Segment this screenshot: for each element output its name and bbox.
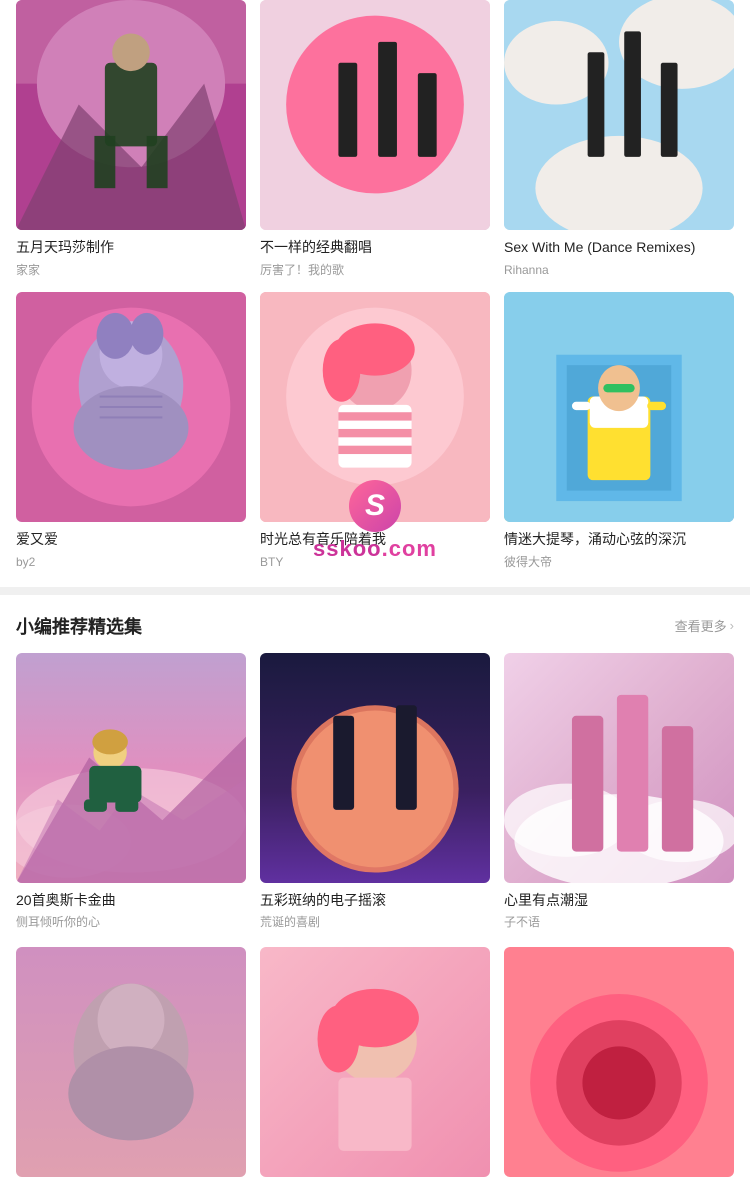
album-title-5: 时光总有音乐陪着我 (260, 530, 490, 550)
bottom-partial-grid (16, 947, 734, 1185)
bottom-item-1[interactable] (16, 947, 246, 1185)
rec-title-3: 心里有点潮湿 (504, 891, 734, 911)
album-subtitle-3: Rihanna (504, 262, 734, 279)
rec-cover-2 (260, 653, 490, 883)
album-cover-1 (16, 0, 246, 230)
recommend-section: 小编推荐精选集 查看更多 › (0, 595, 750, 947)
bottom-item-3[interactable] (504, 947, 734, 1185)
album-item-4[interactable]: 爱又爱 by2 (16, 292, 246, 570)
album-cover-4 (16, 292, 246, 522)
album-cover-2 (260, 0, 490, 230)
rec-cover-3 (504, 653, 734, 883)
rec-subtitle-2: 荒诞的喜剧 (260, 914, 490, 931)
see-more-button[interactable]: 查看更多 › (675, 616, 734, 635)
album-title-4: 爱又爱 (16, 530, 246, 550)
rec-item-1[interactable]: 20首奥斯卡金曲 侧耳倾听你的心 (16, 653, 246, 931)
album-subtitle-4: by2 (16, 554, 246, 571)
bottom-cover-2 (260, 947, 490, 1177)
album-item-3[interactable]: Sex With Me (Dance Remixes) Rihanna (504, 0, 734, 278)
album-cover-3 (504, 0, 734, 230)
album-item-6[interactable]: 情迷大提琴，涌动心弦的深沉 彼得大帝 (504, 292, 734, 570)
see-more-label: 查看更多 (675, 616, 727, 635)
chevron-right-icon: › (730, 618, 734, 633)
album-title-1: 五月天玛莎制作 (16, 238, 246, 258)
section-divider (0, 587, 750, 595)
album-subtitle-1: 家家 (16, 262, 246, 279)
album-item-1[interactable]: 五月天玛莎制作 家家 (16, 0, 246, 278)
album-cover-5 (260, 292, 490, 522)
album-item-5[interactable]: 时光总有音乐陪着我 BTY (260, 292, 490, 570)
bottom-item-2[interactable] (260, 947, 490, 1185)
album-cover-6 (504, 292, 734, 522)
album-title-6: 情迷大提琴，涌动心弦的深沉 (504, 530, 734, 550)
rec-title-2: 五彩斑纳的电子摇滚 (260, 891, 490, 911)
recommend-grid: 20首奥斯卡金曲 侧耳倾听你的心 (16, 653, 734, 931)
bottom-cover-3 (504, 947, 734, 1177)
album-subtitle-6: 彼得大帝 (504, 554, 734, 571)
bottom-partial-section (0, 947, 750, 1185)
top-albums-grid: 五月天玛莎制作 家家 不一样的经典翻唱 厉害了！我的歌 (16, 0, 734, 571)
rec-title-1: 20首奥斯卡金曲 (16, 891, 246, 911)
album-title-3: Sex With Me (Dance Remixes) (504, 238, 734, 258)
rec-item-2[interactable]: 五彩斑纳的电子摇滚 荒诞的喜剧 (260, 653, 490, 931)
album-item-2[interactable]: 不一样的经典翻唱 厉害了！我的歌 (260, 0, 490, 278)
rec-cover-1 (16, 653, 246, 883)
recommend-header: 小编推荐精选集 查看更多 › (16, 595, 734, 653)
bottom-cover-1 (16, 947, 246, 1177)
album-subtitle-5: BTY (260, 554, 490, 571)
rec-subtitle-3: 子不语 (504, 914, 734, 931)
album-subtitle-2: 厉害了！我的歌 (260, 262, 490, 279)
top-albums-section: 五月天玛莎制作 家家 不一样的经典翻唱 厉害了！我的歌 (0, 0, 750, 587)
recommend-title: 小编推荐精选集 (16, 613, 142, 639)
rec-item-3[interactable]: 心里有点潮湿 子不语 (504, 653, 734, 931)
rec-subtitle-1: 侧耳倾听你的心 (16, 914, 246, 931)
album-title-2: 不一样的经典翻唱 (260, 238, 490, 258)
